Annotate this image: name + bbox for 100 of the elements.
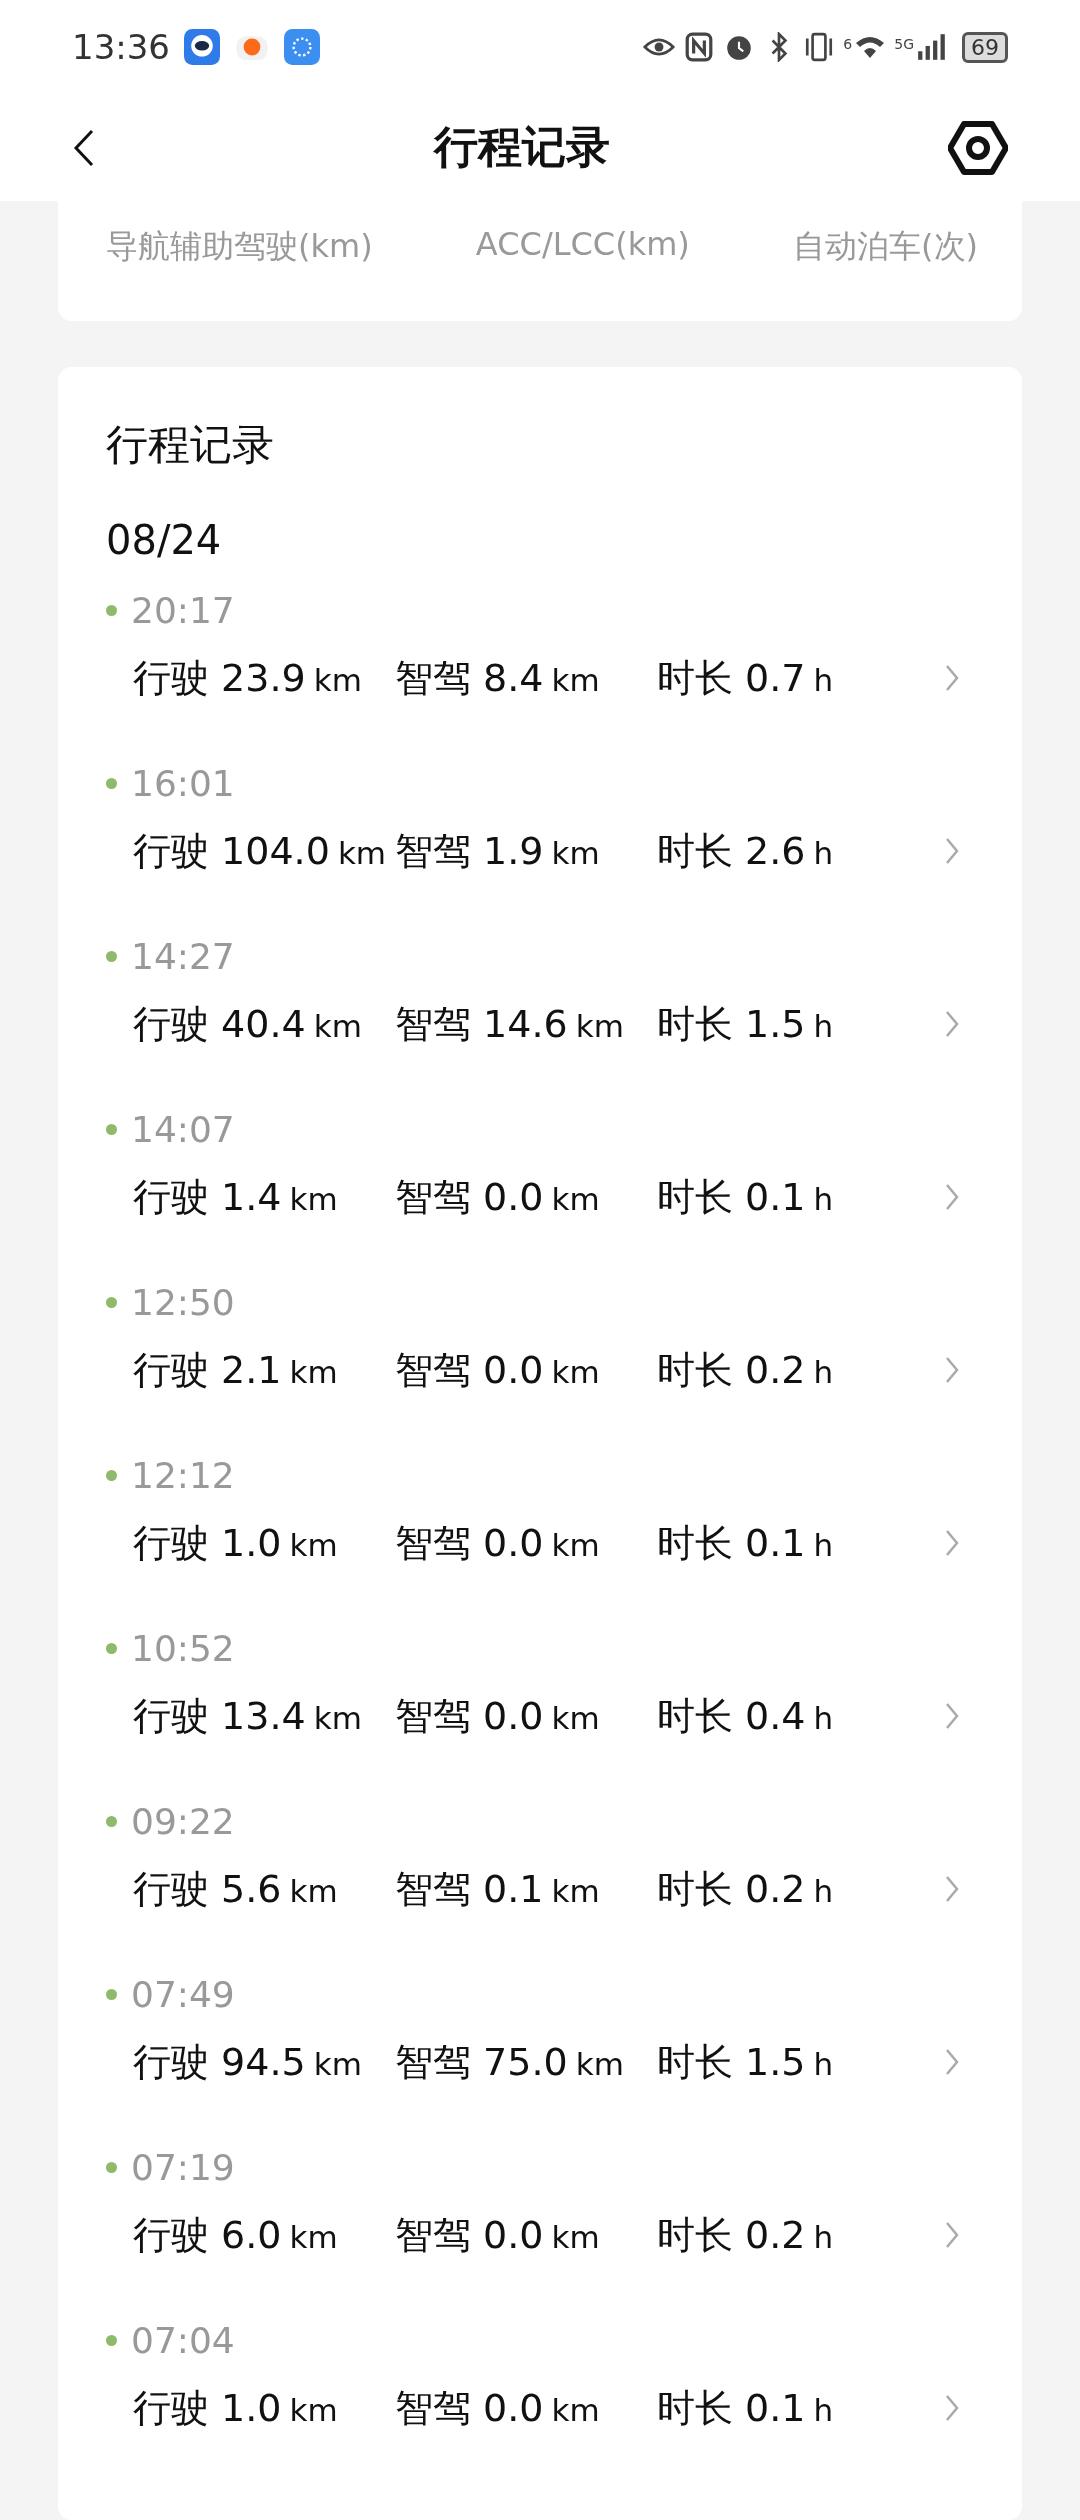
unit-label: km [551,1180,600,1217]
trip-row[interactable]: 行驶 1.0 km 智驾 0.0 km 时长 0.1 h [106,2373,974,2443]
timeline-dot-icon [106,1642,117,1654]
trip-time: 16:01 [131,762,235,804]
timeline-dot-icon [106,1123,117,1135]
page-title: 行程记录 [434,120,610,175]
trip-row[interactable]: 行驶 5.6 km 智驾 0.1 km 时长 0.2 h [106,1854,974,1924]
chevron-right-icon [944,1009,960,1039]
trip-time: 07:49 [131,1973,235,2015]
trip-time: 14:07 [131,1108,235,1150]
unit-label: km [289,1526,338,1563]
trip-time: 12:12 [131,1454,235,1496]
trip-row[interactable]: 行驶 40.4 km 智驾 14.6 km 时长 1.5 h [106,989,974,1059]
chevron-right-icon [944,1355,960,1385]
trip-row[interactable]: 行驶 13.4 km 智驾 0.0 km 时长 0.4 h [106,1681,974,1751]
unit-label: km [289,1353,338,1390]
metric-value: 行驶 94.5 [133,2038,306,2086]
metric-value: 智驾 0.0 [395,2384,544,2432]
unit-label: km [551,1353,600,1390]
unit-label: km [337,834,387,871]
timeline-dot-icon [106,2334,117,2346]
chevron-right-icon [944,1182,960,1212]
stat-label: ACC/LCC(km) [475,225,690,265]
metric-value: 时长 0.2 [657,1865,806,1913]
timeline-dot-icon [106,1815,117,1827]
clock-time: 13:36 [72,27,170,68]
unit-label: h [813,2391,834,2428]
signal-icon [916,32,948,63]
trip-row[interactable]: 行驶 2.1 km 智驾 0.0 km 时长 0.2 h [106,1335,974,1405]
timeline-dot-icon [106,604,117,616]
metric-value: 时长 0.2 [657,1346,806,1394]
metric-value: 智驾 0.0 [395,1692,544,1740]
trip-row[interactable]: 行驶 104.0 km 智驾 1.9 km 时长 2.6 h [106,816,974,886]
trip-time: 10:52 [131,1627,235,1669]
unit-label: km [575,2045,624,2082]
timeline-dot-icon [106,1469,117,1481]
stat-label: 自动泊车(次) [793,226,978,267]
metric-value: 行驶 13.4 [133,1692,306,1740]
unit-label: km [551,834,600,871]
metric-value: 时长 2.6 [657,827,806,875]
unit-label: km [551,2218,600,2255]
metric-value: 智驾 75.0 [395,2038,568,2086]
timeline-dot-icon [106,1296,117,1308]
network-label: 6 [843,36,853,52]
trip-time: 14:27 [131,935,235,977]
metric-value: 智驾 0.0 [395,1173,544,1221]
unit-label: km [551,1526,600,1563]
unit-label: km [289,2391,338,2428]
unit-label: km [313,1699,362,1736]
chevron-right-icon [944,2047,960,2077]
unit-label: h [813,661,834,698]
metric-value: 行驶 104.0 [133,827,330,875]
chevron-right-icon [944,1528,960,1558]
unit-label: km [551,1872,600,1909]
metric-value: 智驾 0.0 [395,1519,544,1567]
chevron-right-icon [944,663,960,693]
unit-label: km [289,1872,338,1909]
unit-label: h [813,1353,834,1390]
chevron-right-icon [944,1701,960,1731]
unit-label: h [813,834,834,871]
trip-time: 20:17 [131,589,235,631]
unit-label: h [813,1180,834,1217]
metric-value: 智驾 1.9 [395,827,544,875]
unit-label: km [313,661,362,698]
trip-row[interactable]: 行驶 1.0 km 智驾 0.0 km 时长 0.1 h [106,1508,974,1578]
trip-row[interactable]: 行驶 94.5 km 智驾 75.0 km 时长 1.5 h [106,2027,974,2097]
metric-value: 智驾 0.0 [395,1346,544,1394]
unit-label: km [551,1699,600,1736]
unit-label: h [813,1007,834,1044]
metric-value: 行驶 1.0 [133,1519,282,1567]
section-title: 行程记录 [106,419,275,471]
chevron-right-icon [944,1874,960,1904]
unit-label: km [313,2045,362,2082]
metric-value: 时长 1.5 [657,1000,806,1048]
metric-value: 智驾 14.6 [395,1000,568,1048]
metric-value: 行驶 40.4 [133,1000,306,1048]
unit-label: h [813,2045,834,2082]
unit-label: km [551,661,600,698]
date-label: 08/24 [106,517,223,563]
metric-value: 时长 0.1 [657,2384,806,2432]
timeline-dot-icon [106,777,117,789]
metric-value: 智驾 8.4 [395,654,544,702]
timeline-dot-icon [106,1988,117,2000]
trip-time: 12:50 [131,1281,235,1323]
metric-value: 行驶 1.4 [133,1173,282,1221]
timeline-dot-icon [106,2161,117,2173]
metric-value: 时长 1.5 [657,2038,806,2086]
unit-label: h [813,1526,834,1563]
chevron-right-icon [944,836,960,866]
metric-value: 行驶 1.0 [133,2384,282,2432]
metric-value: 行驶 23.9 [133,654,306,702]
metric-value: 时长 0.1 [657,1519,806,1567]
trip-row[interactable]: 行驶 23.9 km 智驾 8.4 km 时长 0.7 h [106,643,974,713]
metric-value: 行驶 2.1 [133,1346,282,1394]
trip-row[interactable]: 行驶 6.0 km 智驾 0.0 km 时长 0.2 h [106,2200,974,2270]
trip-row[interactable]: 行驶 1.4 km 智驾 0.0 km 时长 0.1 h [106,1162,974,1232]
metric-value: 智驾 0.0 [395,2211,544,2259]
chevron-right-icon [944,2220,960,2250]
metric-value: 行驶 6.0 [133,2211,282,2259]
unit-label: h [813,1699,834,1736]
